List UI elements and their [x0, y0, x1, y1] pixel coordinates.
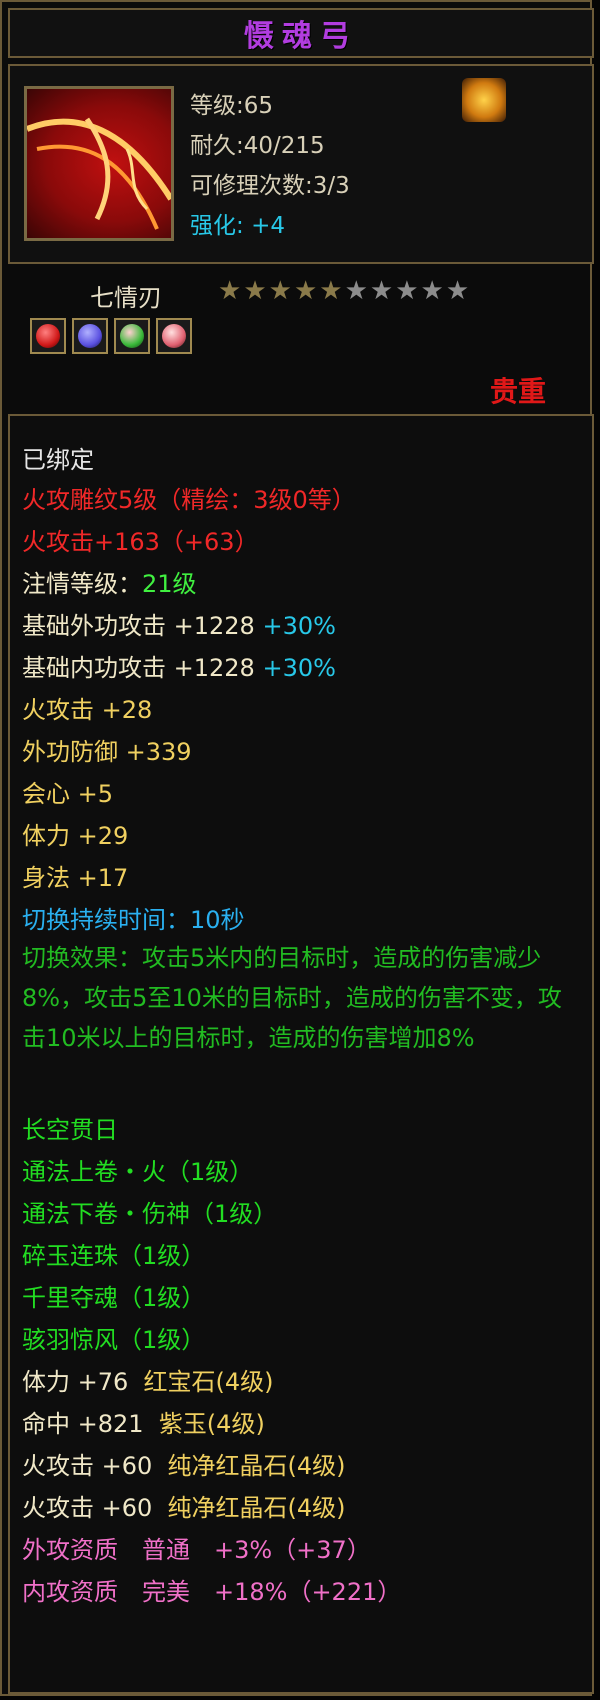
rarity-label: 贵重 — [489, 375, 546, 408]
star-rating: ★ ★ ★ ★ ★ ★ ★ ★ ★ ★ — [218, 278, 469, 304]
skill-item: 骇羽惊风（1级） — [22, 1326, 206, 1354]
bound-status: 已绑定 — [22, 446, 94, 474]
fire-attack-main-stat: 火攻击+163（+63） — [22, 528, 259, 556]
item-enhance: 强化: +4 — [190, 206, 285, 240]
star-empty: ★ — [420, 276, 444, 306]
gem-socket[interactable] — [114, 318, 150, 354]
star-filled: ★ — [319, 276, 343, 306]
infuse-level-value: 21级 — [142, 570, 197, 598]
gem-stat-name: 纯净红晶石(4级) — [167, 1452, 346, 1480]
item-level: 等级:65 — [190, 93, 274, 119]
fire-attack-stat: 火攻击 +28 — [22, 696, 153, 724]
red-gem-icon — [36, 324, 60, 348]
skill-item: 通法上卷・火（1级） — [22, 1158, 254, 1186]
item-header: 等级:65 耐久:40/215 可修理次数:3/3 强化: +4 — [8, 64, 594, 264]
gem-stat-name: 纯净红晶石(4级) — [167, 1494, 346, 1522]
item-durability: 耐久:40/215 — [190, 133, 325, 159]
gem-sockets — [30, 318, 192, 354]
base-inner-attack-stat: 基础内功攻击 +1228 +30% — [22, 648, 336, 683]
gem-stat-value: 命中 +821 — [22, 1410, 144, 1438]
stamina-stat: 体力 +29 — [22, 822, 129, 850]
base-outer-attack-stat: 基础外功攻击 +1228 +30% — [22, 606, 336, 641]
switch-duration-value: 10秒 — [190, 906, 245, 934]
switch-duration-label: 切换持续时间： — [22, 906, 190, 934]
agility-stat: 身法 +17 — [22, 864, 129, 892]
inner-quality-stat: 内攻资质 完美 +18%（+221） — [22, 1578, 402, 1606]
purple-gem-icon — [78, 324, 102, 348]
star-filled: ★ — [268, 276, 292, 306]
engrave-stat: 火攻雕纹5级（精绘：3级0等） — [22, 486, 356, 514]
gem-socket[interactable] — [156, 318, 192, 354]
gem-stat-name: 紫玉(4级) — [158, 1410, 265, 1438]
star-empty: ★ — [344, 276, 368, 306]
switch-effect-text: 切换效果：攻击5米内的目标时，造成的伤害减少8%，攻击5至10米的目标时，造成的… — [22, 944, 562, 1052]
gem-socket[interactable] — [30, 318, 66, 354]
switch-duration-stat: 切换持续时间：10秒 — [22, 900, 245, 935]
infuse-level-label: 注情等级： — [22, 570, 142, 598]
gem-stat-value: 体力 +76 — [22, 1368, 129, 1396]
star-empty: ★ — [395, 276, 419, 306]
base-outer-label: 基础外功攻击 +1228 — [22, 612, 255, 640]
fire-class-icon — [462, 78, 506, 122]
title-bar: 慑魂弓 — [8, 8, 594, 58]
star-empty: ★ — [445, 276, 470, 306]
star-filled: ★ — [293, 276, 318, 306]
outer-defense-stat: 外功防御 +339 — [22, 738, 192, 766]
gem-stat-line: 体力 +76 红宝石(4级) — [22, 1362, 274, 1397]
crit-stat: 会心 +5 — [22, 780, 114, 808]
item-repairs: 可修理次数:3/3 — [190, 173, 350, 199]
enhance-label: 强化: — [190, 213, 244, 239]
pink-gem-icon — [162, 324, 186, 348]
base-outer-pct: +30% — [262, 612, 336, 640]
gem-stat-line: 火攻击 +60 纯净红晶石(4级) — [22, 1488, 346, 1523]
gem-stat-line: 火攻击 +60 纯净红晶石(4级) — [22, 1446, 346, 1481]
socket-section: 七情刃 ★ ★ ★ ★ ★ ★ ★ ★ ★ ★ 贵重 — [8, 270, 594, 410]
base-inner-label: 基础内功攻击 +1228 — [22, 654, 255, 682]
skill-item: 千里夺魂（1级） — [22, 1284, 206, 1312]
star-empty: ★ — [369, 276, 394, 306]
gem-stat-line: 命中 +821 紫玉(4级) — [22, 1404, 265, 1439]
weapon-type: 七情刃 — [90, 284, 162, 312]
skill-item: 长空贯日 — [22, 1116, 118, 1144]
outer-quality-stat: 外攻资质 普通 +3%（+37） — [22, 1536, 371, 1564]
skill-item: 碎玉连珠（1级） — [22, 1242, 206, 1270]
star-filled: ★ — [218, 276, 242, 306]
gem-stat-value: 火攻击 +60 — [22, 1494, 153, 1522]
skill-item: 通法下卷・伤神（1级） — [22, 1200, 278, 1228]
green-gem-icon — [120, 324, 144, 348]
star-filled: ★ — [243, 276, 267, 306]
item-tooltip: 慑魂弓 等级:65 耐久:40/215 可修理次数:3/3 强化: +4 七情刃… — [0, 0, 594, 1696]
gem-stat-name: 红宝石(4级) — [143, 1368, 274, 1396]
stats-panel: 已绑定 火攻雕纹5级（精绘：3级0等） 火攻击+163（+63） 注情等级：21… — [8, 414, 594, 1694]
gem-stat-value: 火攻击 +60 — [22, 1452, 153, 1480]
enhance-value: +4 — [251, 213, 285, 239]
infuse-level-stat: 注情等级：21级 — [22, 564, 197, 599]
item-title: 慑魂弓 — [244, 19, 358, 54]
bow-icon[interactable] — [24, 86, 174, 241]
base-inner-pct: +30% — [262, 654, 336, 682]
gem-socket[interactable] — [72, 318, 108, 354]
